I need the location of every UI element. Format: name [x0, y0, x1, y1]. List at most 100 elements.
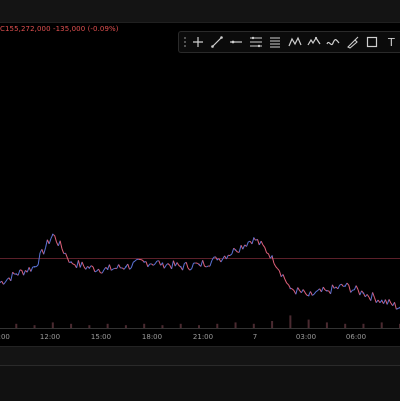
price-segment	[177, 263, 179, 266]
price-segment	[186, 262, 188, 268]
xabcd-pattern-icon[interactable]	[285, 32, 304, 52]
price-segment	[128, 264, 130, 269]
price-segment	[334, 287, 336, 288]
price-segment	[130, 268, 132, 270]
price-segment	[66, 253, 68, 258]
price-segment	[86, 266, 88, 269]
price-segment	[276, 267, 278, 269]
price-segment	[274, 263, 276, 266]
toolbar-drag-handle[interactable]	[181, 34, 188, 50]
price-segment	[263, 245, 265, 248]
elliott-wave-icon[interactable]	[304, 32, 323, 52]
price-segment	[55, 236, 57, 243]
price-segment	[212, 257, 214, 260]
price-point	[326, 290, 328, 292]
price-segment	[190, 269, 192, 270]
price-segment	[80, 262, 82, 268]
price-segment	[131, 262, 133, 267]
price-point	[107, 268, 109, 270]
price-segment	[173, 261, 175, 266]
price-segment	[155, 261, 157, 264]
price-point	[34, 266, 36, 268]
price-segment	[323, 287, 325, 290]
x-tick-label: 7	[253, 333, 257, 341]
price-segment	[22, 270, 24, 275]
price-segment	[2, 281, 4, 284]
price-point	[344, 285, 346, 287]
drawing-toolbar: T	[178, 31, 400, 53]
price-segment	[349, 285, 351, 292]
price-point	[363, 292, 365, 294]
x-tick-label: 18:00	[142, 333, 162, 341]
price-point	[162, 262, 164, 264]
price-segment	[374, 297, 376, 302]
price-segment	[18, 270, 20, 275]
price-segment	[247, 242, 249, 247]
price-point	[271, 255, 273, 257]
price-segment	[316, 290, 318, 291]
price-segment	[93, 267, 95, 272]
price-point	[253, 237, 255, 239]
price-point	[70, 261, 72, 263]
price-segment	[73, 264, 75, 265]
price-point	[143, 261, 145, 263]
price-segment	[243, 245, 245, 249]
brush-icon[interactable]	[343, 32, 362, 52]
rectangle-icon[interactable]	[362, 32, 381, 52]
price-segment	[230, 254, 232, 256]
price-change: -135,000 (-0.09%)	[53, 25, 119, 33]
price-segment	[183, 264, 185, 271]
horizontal-ray-icon[interactable]	[227, 32, 246, 52]
price-point	[89, 267, 91, 269]
fib-retracement-icon[interactable]	[265, 32, 284, 52]
price-segment	[13, 272, 15, 274]
price-segment	[395, 302, 397, 309]
chart-bottom-toolbar	[0, 346, 400, 365]
price-segment	[358, 290, 360, 296]
top-header-bar	[0, 0, 400, 23]
price-segment	[296, 287, 298, 294]
time-axis[interactable]: 9:0012:0015:0018:0021:00703:0006:00	[0, 328, 400, 347]
price-segment	[278, 269, 280, 271]
price-segment	[389, 299, 391, 303]
price-segment	[95, 271, 97, 272]
trend-line-icon[interactable]	[207, 32, 226, 52]
price-segment	[188, 268, 190, 270]
price-segment	[82, 262, 84, 267]
price-segment	[99, 269, 101, 273]
price-segment	[354, 286, 356, 290]
x-tick-label: 15:00	[91, 333, 111, 341]
price-segment	[49, 238, 51, 243]
price-segment	[261, 241, 263, 245]
price-point	[180, 266, 182, 268]
price-chart[interactable]	[0, 55, 400, 335]
price-point	[15, 273, 17, 275]
path-icon[interactable]	[324, 32, 343, 52]
price-segment	[60, 241, 62, 249]
price-segment	[11, 272, 13, 281]
price-segment	[206, 266, 208, 267]
parallel-channel-icon[interactable]	[246, 32, 265, 52]
last-price: 155,272,000	[5, 25, 51, 33]
price-segment	[62, 249, 64, 254]
price-segment	[221, 259, 223, 262]
price-segment	[285, 279, 287, 283]
text-icon[interactable]: T	[382, 32, 400, 52]
price-segment	[91, 266, 93, 267]
price-segment	[77, 260, 79, 268]
price-segment	[153, 264, 155, 266]
price-segment	[312, 294, 314, 295]
price-segment	[162, 263, 164, 268]
price-point	[290, 288, 292, 290]
crosshair-icon[interactable]	[188, 32, 207, 52]
price-point	[308, 295, 310, 297]
price-segment	[166, 263, 168, 265]
price-segment	[272, 256, 274, 263]
price-segment	[135, 259, 137, 261]
price-point	[381, 300, 383, 302]
price-segment	[279, 271, 281, 277]
price-segment	[192, 263, 194, 269]
price-point	[125, 266, 127, 268]
x-tick-label: 21:00	[193, 333, 213, 341]
price-segment	[283, 274, 285, 279]
